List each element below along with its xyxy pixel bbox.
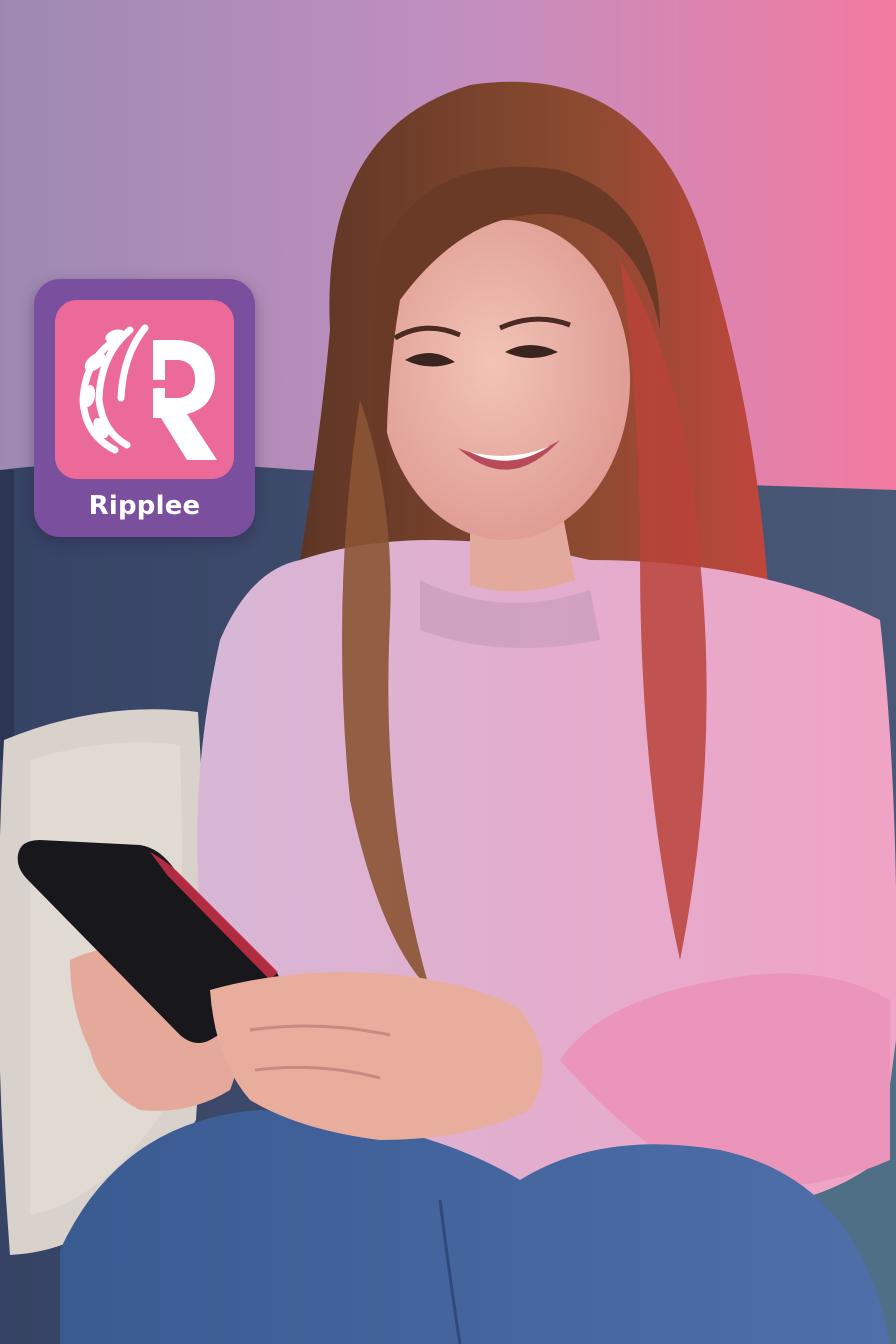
scene-illustration: [0, 0, 896, 1344]
app-badge: Ripplee: [34, 279, 255, 537]
sofa-arm-edge: [0, 470, 14, 760]
app-name: Ripplee: [88, 491, 201, 521]
ripplee-logo-icon: [79, 324, 217, 460]
app-icon-tile: [55, 300, 234, 479]
photo-scene: [0, 0, 896, 1344]
